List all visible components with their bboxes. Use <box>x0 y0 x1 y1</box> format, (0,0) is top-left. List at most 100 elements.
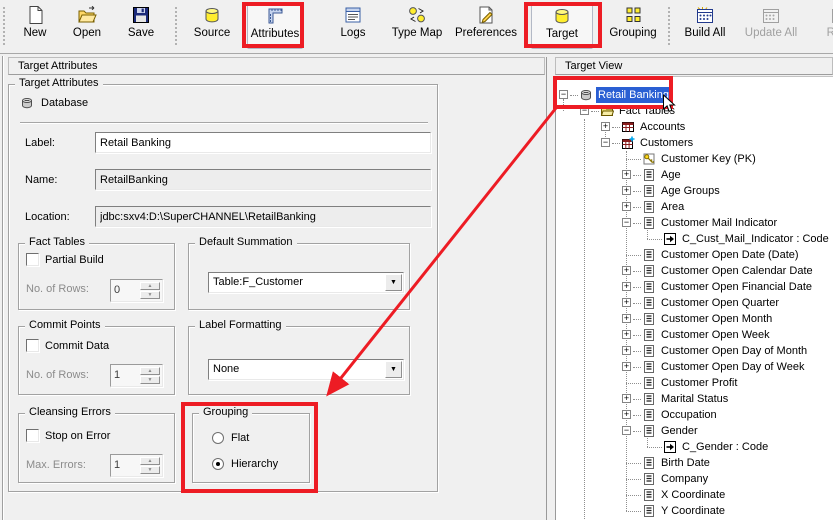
tree-item-label[interactable]: Age Groups <box>659 183 722 199</box>
spin-up-button[interactable]: ▲ <box>140 282 160 290</box>
tree-item-label[interactable]: Customer Open Day of Month <box>659 343 809 359</box>
tree-expander[interactable]: + <box>622 362 631 371</box>
fact-rows-spinner[interactable]: 0 ▲▼ <box>110 279 163 302</box>
tree-item[interactable]: + Age Groups <box>556 183 833 199</box>
tree-item[interactable]: C_Gender : Code <box>556 439 833 455</box>
toolbar-button-open[interactable]: Open <box>62 3 112 49</box>
tree-expander[interactable]: + <box>622 330 631 339</box>
toolbar-button-truncated[interactable]: Resu <box>812 3 833 49</box>
tree-expander[interactable]: + <box>622 186 631 195</box>
tree-item-label[interactable]: Customer Open Day of Week <box>659 359 806 375</box>
tree-expander[interactable]: + <box>622 170 631 179</box>
tree-item-label[interactable]: Customer Open Month <box>659 311 774 327</box>
tree-item[interactable]: Birth Date <box>556 455 833 471</box>
label-formatting-combobox[interactable]: None ▼ <box>208 359 404 380</box>
tree-item[interactable]: X Coordinate <box>556 487 833 503</box>
tree-item[interactable]: Company <box>556 471 833 487</box>
tree-item[interactable]: + Customer Open Day of Month <box>556 343 833 359</box>
tree-item-label[interactable]: X Coordinate <box>659 487 727 503</box>
tree-item[interactable]: Customer Key (PK) <box>556 151 833 167</box>
chevron-down-icon[interactable]: ▼ <box>385 361 402 378</box>
tree-item[interactable]: + Area <box>556 199 833 215</box>
tree-item[interactable]: − Gender <box>556 423 833 439</box>
toolbar-button-update-all[interactable]: Update All <box>739 3 803 49</box>
tree-item-label[interactable]: Customer Open Calendar Date <box>659 263 815 279</box>
database-label: Database <box>41 97 88 109</box>
tree-item-label[interactable]: Customer Profit <box>659 375 739 391</box>
tree-item-label[interactable]: Customer Key (PK) <box>659 151 758 167</box>
tree-item-label[interactable]: Customer Open Date (Date) <box>659 247 801 263</box>
tree-expander[interactable]: + <box>622 202 631 211</box>
toolbar-button-logs[interactable]: Logs <box>330 3 376 49</box>
tree-item-label[interactable]: Birth Date <box>659 455 712 471</box>
tree-item[interactable]: Customer Open Date (Date) <box>556 247 833 263</box>
tree-expander[interactable]: − <box>601 138 610 147</box>
tree-item-label[interactable]: Customer Open Week <box>659 327 772 343</box>
toolbar-button-build-all[interactable]: Build All <box>677 3 733 49</box>
tree-item[interactable]: + Occupation <box>556 407 833 423</box>
tree-item-label[interactable]: Customer Open Quarter <box>659 295 781 311</box>
tree-item-label[interactable]: Gender <box>659 423 700 439</box>
tree-connector <box>633 399 641 400</box>
tree-item-label[interactable]: C_Gender : Code <box>680 439 770 455</box>
tree-item-label[interactable]: C_Cust_Mail_Indicator : Code <box>680 231 831 247</box>
commit-data-checkbox[interactable] <box>26 339 39 352</box>
tree-item-label[interactable]: Area <box>659 199 686 215</box>
spin-down-button[interactable]: ▼ <box>140 466 160 474</box>
spin-down-button[interactable]: ▼ <box>140 376 160 384</box>
tree-item-label[interactable]: Accounts <box>638 119 687 135</box>
spin-up-button[interactable]: ▲ <box>140 457 160 465</box>
attribute-icon <box>642 264 656 278</box>
tree-item[interactable]: Y Coordinate <box>556 503 833 519</box>
commit-rows-spinner[interactable]: 1 ▲▼ <box>110 364 163 387</box>
tree-expander[interactable]: + <box>601 122 610 131</box>
spin-up-button[interactable]: ▲ <box>140 367 160 375</box>
tree-item[interactable]: + Accounts <box>556 119 833 135</box>
tree-item-label[interactable]: Y Coordinate <box>659 503 727 519</box>
label-input[interactable] <box>95 132 431 153</box>
tree-item[interactable]: Customer Profit <box>556 375 833 391</box>
tree-item-label[interactable]: Customer Open Financial Date <box>659 279 814 295</box>
tree-item[interactable]: + Customer Open Calendar Date <box>556 263 833 279</box>
tree-item[interactable]: + Customer Open Day of Week <box>556 359 833 375</box>
location-input[interactable] <box>95 206 431 227</box>
partial-build-checkbox[interactable] <box>26 253 39 266</box>
tree-expander[interactable]: + <box>622 282 631 291</box>
tree-expander[interactable]: + <box>622 298 631 307</box>
toolbar-button-preferences[interactable]: Preferences <box>452 3 520 49</box>
tree-expander[interactable]: + <box>622 346 631 355</box>
tree-item-label[interactable]: Occupation <box>659 407 719 423</box>
tree-expander[interactable]: + <box>622 410 631 419</box>
tree-item-label[interactable]: Customers <box>638 135 695 151</box>
tree-expander[interactable]: − <box>622 218 631 227</box>
tree-item[interactable]: + Marital Status <box>556 391 833 407</box>
tree-item[interactable]: + Customer Open Financial Date <box>556 279 833 295</box>
spin-down-button[interactable]: ▼ <box>140 291 160 299</box>
tree-item[interactable]: + Customer Open Month <box>556 311 833 327</box>
tree-expander[interactable]: + <box>622 266 631 275</box>
toolbar-button-type-map[interactable]: Type Map <box>386 3 448 49</box>
tree-item-label[interactable]: Marital Status <box>659 391 730 407</box>
tree-item[interactable]: − Customer Mail Indicator <box>556 215 833 231</box>
tree-expander[interactable]: + <box>622 394 631 403</box>
tree-item[interactable]: + Customer Open Week <box>556 327 833 343</box>
tree-item[interactable]: − Customers <box>556 135 833 151</box>
toolbar-button-new[interactable]: New <box>12 3 58 49</box>
tree-item-label[interactable]: Company <box>659 471 710 487</box>
tree-item[interactable]: + Customer Open Quarter <box>556 295 833 311</box>
chevron-down-icon[interactable]: ▼ <box>385 274 402 291</box>
toolbar-button-save[interactable]: Save <box>116 3 166 49</box>
tree-item-label[interactable]: Age <box>659 167 683 183</box>
tree-item[interactable]: C_Cust_Mail_Indicator : Code <box>556 231 833 247</box>
tree-item[interactable]: + Age <box>556 167 833 183</box>
toolbar-button-source[interactable]: Source <box>183 3 241 49</box>
tree-item-label[interactable]: Customer Mail Indicator <box>659 215 779 231</box>
default-summation-combobox[interactable]: Table:F_Customer ▼ <box>208 272 404 293</box>
tree-expander[interactable]: − <box>622 426 631 435</box>
tree-connector <box>633 415 641 416</box>
name-input[interactable] <box>95 169 431 190</box>
toolbar-button-grouping[interactable]: Grouping <box>604 3 662 49</box>
stop-on-error-checkbox[interactable] <box>26 429 39 442</box>
max-errors-spinner[interactable]: 1 ▲▼ <box>110 454 163 477</box>
tree-expander[interactable]: + <box>622 314 631 323</box>
